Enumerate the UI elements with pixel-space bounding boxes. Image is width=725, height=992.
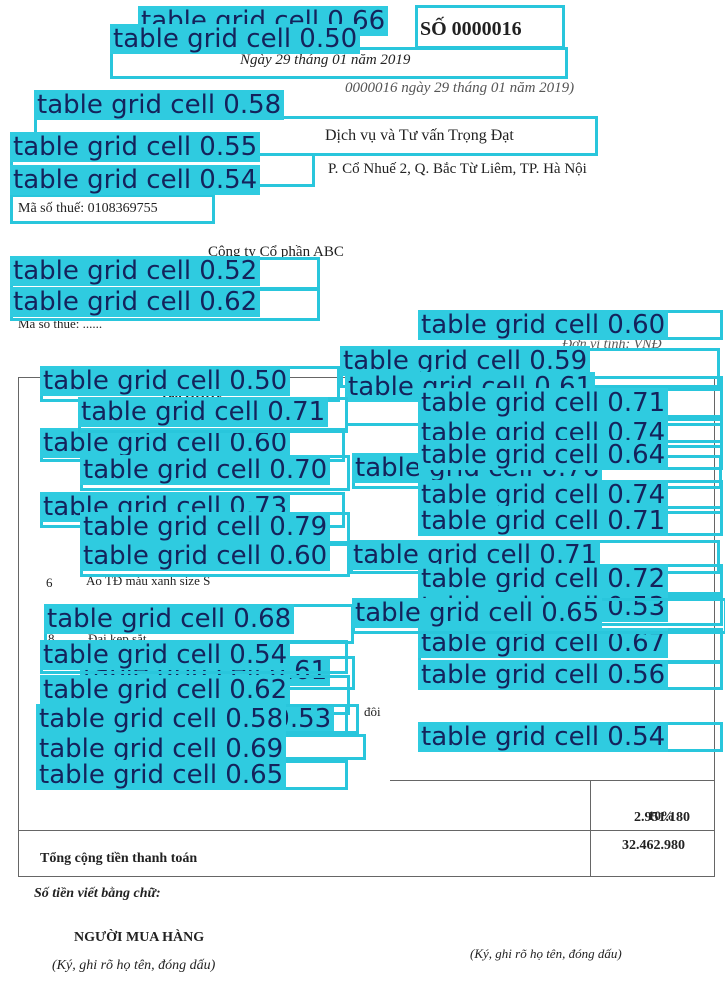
detection-box — [10, 194, 215, 224]
detection-label: table grid cell 0.70 — [80, 455, 331, 485]
total-label: Tổng cộng tiền thanh toán — [40, 851, 198, 866]
buyer-signature-title: NGƯỜI MUA HÀNG — [74, 930, 205, 945]
detection-label: table grid cell 0.54 — [418, 722, 669, 752]
row-6-number: 6 — [46, 575, 53, 590]
detection-label: table grid cell 0.58 — [36, 704, 287, 734]
buyer-signature-note: (Ký, ghi rõ họ tên, đóng dấu) — [52, 958, 216, 973]
detection-label: table grid cell 0.58 — [34, 90, 285, 120]
total-value: 32.462.980 — [622, 838, 685, 853]
detection-label: table grid cell 0.68 — [44, 604, 295, 634]
detection-label: table grid cell 0.50 — [110, 24, 361, 54]
invoice-reference-note: 0000016 ngày 29 tháng 01 năm 2019) — [345, 80, 575, 96]
detection-label: table grid cell 0.60 — [418, 310, 669, 340]
amount-in-words-label: Số tiền viết bằng chữ: — [34, 886, 161, 901]
detection-label: table grid cell 0.56 — [418, 660, 669, 690]
detection-box — [415, 5, 565, 49]
detection-label: table grid cell 0.65 — [36, 760, 287, 790]
detection-label: table grid cell 0.79 — [80, 512, 331, 542]
detection-label: table grid cell 0.55 — [10, 132, 261, 162]
detection-label: table grid cell 0.54 — [40, 640, 291, 670]
detection-label: table grid cell 0.64 — [418, 440, 669, 470]
unit-doi: đôi — [364, 704, 381, 719]
detection-label: table grid cell 0.71 — [418, 506, 669, 536]
detection-label: table grid cell 0.52 — [10, 256, 261, 286]
seller-signature-note: (Ký, ghi rõ họ tên, đóng dấu) — [470, 946, 622, 961]
detection-label: table grid cell 0.62 — [40, 675, 291, 705]
vat-amount: 2.951.180 — [634, 810, 690, 825]
detection-label: table grid cell 0.72 — [418, 564, 669, 594]
detection-label: table grid cell 0.54 — [10, 165, 261, 195]
detection-label: table grid cell 0.71 — [418, 388, 669, 418]
detection-label: table grid cell 0.62 — [10, 287, 261, 317]
detection-label: table grid cell 0.65 — [352, 598, 603, 628]
detection-label: table grid cell 0.60 — [80, 541, 331, 571]
detection-label: table grid cell 0.71 — [78, 397, 329, 427]
seller-address: P. Cổ Nhuế 2, Q. Bắc Từ Liêm, TP. Hà Nội — [328, 161, 587, 177]
detection-label: table grid cell 0.50 — [40, 366, 291, 396]
